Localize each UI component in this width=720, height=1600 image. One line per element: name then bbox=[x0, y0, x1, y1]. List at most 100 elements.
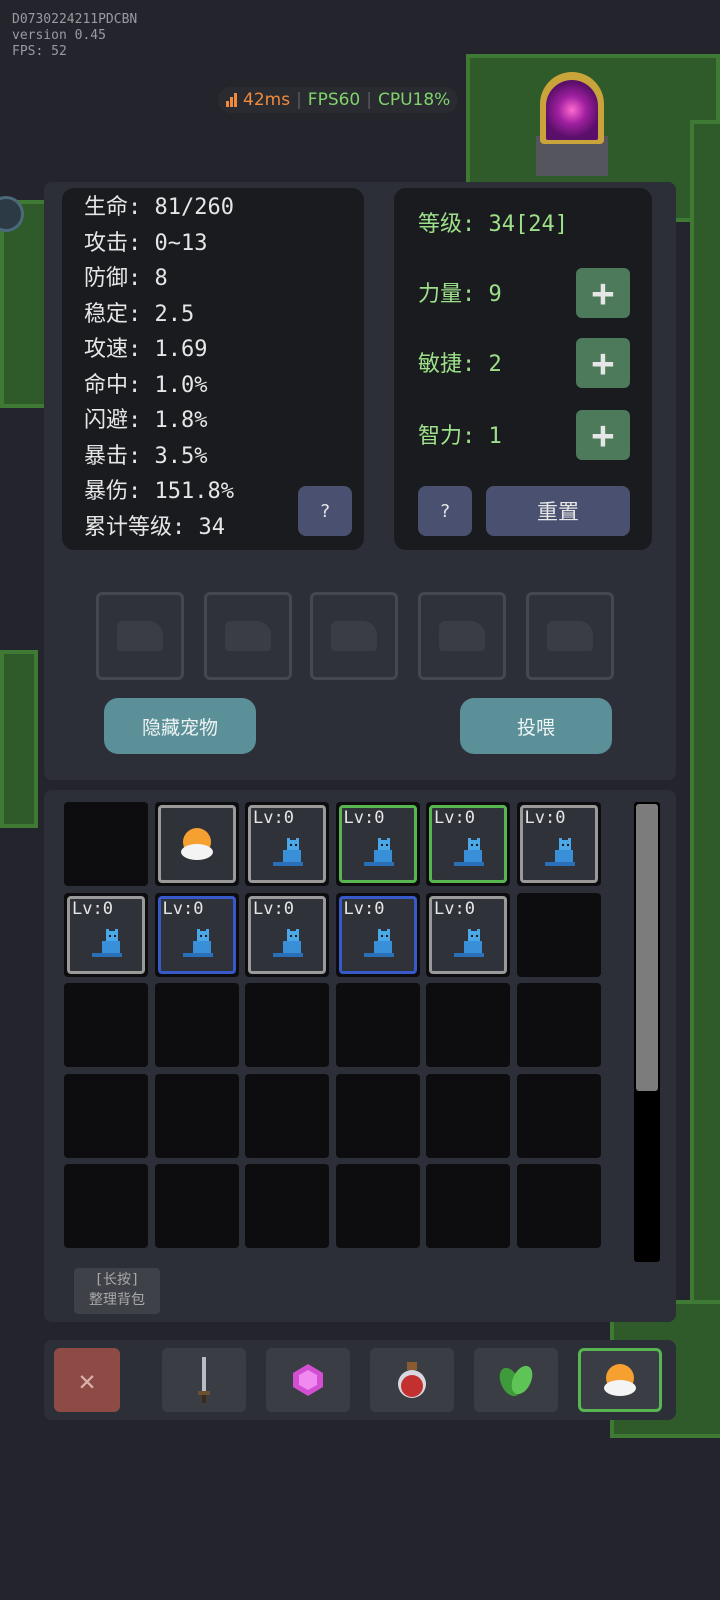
pet-silhouette-icon bbox=[439, 621, 485, 651]
inventory-cell[interactable]: Lv:0 bbox=[154, 892, 239, 977]
tab-weapons[interactable] bbox=[162, 1348, 246, 1412]
pet-cat-icon bbox=[362, 838, 398, 874]
grass-patch bbox=[690, 120, 720, 1428]
inventory-cell[interactable]: Lv:0 bbox=[245, 802, 329, 886]
pet-item[interactable]: Lv:0 bbox=[429, 805, 507, 883]
inventory-cell[interactable] bbox=[245, 983, 329, 1067]
inventory-cell[interactable] bbox=[335, 1073, 420, 1158]
inventory-cell[interactable] bbox=[64, 1164, 148, 1248]
character-panel: 生命: 81/260 攻击: 0~13 防御: 8 稳定: 2.5 攻速: 1.… bbox=[44, 182, 676, 780]
agility-label: 敏捷: 2 bbox=[418, 352, 502, 377]
pet-cat-icon bbox=[90, 928, 126, 965]
tab-materials[interactable] bbox=[474, 1348, 558, 1412]
pet-silhouette-icon bbox=[117, 621, 163, 651]
inventory-cell[interactable]: Lv:0 bbox=[335, 892, 420, 977]
egg-icon bbox=[177, 824, 217, 868]
pet-item[interactable]: Lv:0 bbox=[429, 895, 507, 974]
inventory-cell[interactable] bbox=[154, 802, 239, 886]
inventory-grid: Lv:0 Lv:0 Lv:0 Lv:0 Lv:0 Lv:0 Lv:0 Lv:0 Lv:0 bbox=[64, 802, 616, 1262]
stats-help-button[interactable]: ? bbox=[298, 486, 352, 536]
reset-button[interactable]: 重置 bbox=[486, 486, 630, 536]
inventory-cell[interactable] bbox=[64, 983, 148, 1067]
inventory-cell[interactable] bbox=[516, 983, 601, 1067]
inventory-cell[interactable] bbox=[516, 1164, 601, 1248]
inventory-cell[interactable] bbox=[245, 1164, 329, 1248]
tab-eggs[interactable] bbox=[578, 1348, 662, 1412]
pet-slot[interactable] bbox=[310, 592, 398, 680]
inventory-panel: Lv:0 Lv:0 Lv:0 Lv:0 Lv:0 Lv:0 Lv:0 Lv:0 Lv:0 [长按… bbox=[44, 790, 676, 1322]
pet-level-label: Lv:0 bbox=[524, 808, 566, 828]
scrollbar-thumb[interactable] bbox=[636, 804, 658, 1091]
inventory-cell[interactable]: Lv:0 bbox=[426, 892, 510, 977]
pet-item[interactable]: Lv:0 bbox=[519, 805, 598, 883]
stat-hp: 生命: 81/260 bbox=[84, 195, 234, 220]
tab-gems[interactable] bbox=[266, 1348, 350, 1412]
inventory-cell[interactable] bbox=[245, 1073, 329, 1158]
stat-crit: 暴击: 3.5% bbox=[84, 443, 208, 469]
stat-defense: 防御: 8 bbox=[84, 266, 168, 291]
inventory-cell[interactable]: Lv:0 bbox=[64, 892, 148, 977]
intellect-label: 智力: 1 bbox=[418, 424, 502, 449]
signal-icon bbox=[226, 93, 237, 107]
pet-level-label: Lv:0 bbox=[434, 898, 475, 919]
pet-item[interactable]: Lv:0 bbox=[67, 895, 145, 974]
attributes-help-button[interactable]: ? bbox=[418, 486, 472, 536]
stat-crit-damage: 暴伤: 151.8% bbox=[84, 479, 234, 504]
inventory-cell[interactable] bbox=[335, 1164, 420, 1248]
debug-fps: FPS: 52 bbox=[12, 44, 67, 59]
inventory-cell[interactable] bbox=[426, 1164, 510, 1248]
close-button[interactable]: ✕ bbox=[54, 1348, 120, 1412]
pet-item[interactable]: Lv:0 bbox=[248, 805, 326, 883]
tab-potions[interactable] bbox=[370, 1348, 454, 1412]
stat-stability: 稳定: 2.5 bbox=[84, 301, 195, 327]
inventory-cell[interactable] bbox=[154, 983, 239, 1067]
inventory-cell[interactable] bbox=[516, 1073, 601, 1158]
stat-dodge: 闪避: 1.8% bbox=[84, 408, 208, 433]
pet-silhouette-icon bbox=[547, 621, 593, 651]
pet-item[interactable]: Lv:0 bbox=[338, 895, 417, 974]
pet-level-label: Lv:0 bbox=[72, 898, 113, 919]
inventory-cell[interactable]: Lv:0 bbox=[426, 802, 510, 886]
inventory-cell[interactable] bbox=[154, 1164, 239, 1248]
strength-plus-button[interactable]: + bbox=[576, 268, 630, 318]
inventory-cell[interactable]: Lv:0 bbox=[516, 802, 601, 886]
hide-pets-button[interactable]: 隐藏宠物 bbox=[104, 698, 256, 754]
pet-slot[interactable] bbox=[418, 592, 506, 680]
pet-item[interactable]: Lv:0 bbox=[157, 895, 236, 974]
stats-box: 生命: 81/260 攻击: 0~13 防御: 8 稳定: 2.5 攻速: 1.… bbox=[62, 188, 364, 550]
performance-bar: 42ms | FPS60 | CPU18% bbox=[218, 87, 459, 113]
inventory-cell[interactable] bbox=[426, 983, 510, 1067]
grass-patch bbox=[0, 650, 38, 828]
sort-inventory-button[interactable]: [长按] 整理背包 bbox=[74, 1268, 160, 1314]
pet-cat-icon bbox=[362, 928, 398, 965]
pet-slot[interactable] bbox=[204, 592, 292, 680]
inventory-cell[interactable] bbox=[154, 1073, 239, 1158]
inventory-cell[interactable] bbox=[516, 892, 601, 977]
agility-plus-button[interactable]: + bbox=[576, 338, 630, 388]
inventory-cell[interactable] bbox=[64, 802, 148, 886]
sword-icon bbox=[198, 1357, 210, 1403]
pet-item[interactable]: Lv:0 bbox=[248, 895, 326, 974]
pet-cat-icon bbox=[271, 928, 307, 965]
intellect-plus-button[interactable]: + bbox=[576, 410, 630, 460]
inventory-scrollbar[interactable] bbox=[634, 802, 660, 1262]
pet-level-label: Lv:0 bbox=[343, 898, 385, 919]
inventory-cell[interactable]: Lv:0 bbox=[245, 892, 329, 977]
ping-value: 42ms bbox=[243, 90, 291, 110]
inventory-cell[interactable] bbox=[335, 983, 420, 1067]
attributes-box: 等级: 34[24] 力量: 9 + 敏捷: 2 + 智力: 1 + ? 重置 bbox=[394, 188, 652, 550]
egg-item[interactable] bbox=[157, 805, 236, 883]
feed-button[interactable]: 投喂 bbox=[460, 698, 612, 754]
inventory-cell[interactable] bbox=[64, 1073, 148, 1158]
debug-info: D0730224211PDCBN version 0.45 FPS: 52 bbox=[12, 12, 137, 60]
debug-id: D0730224211PDCBN bbox=[12, 12, 138, 27]
inventory-cell[interactable]: Lv:0 bbox=[335, 802, 420, 886]
pet-cat-icon bbox=[452, 928, 488, 965]
fps-value: FPS60 bbox=[307, 90, 361, 110]
pet-slot[interactable] bbox=[96, 592, 184, 680]
bottom-toolbar: ✕ bbox=[44, 1340, 676, 1420]
inventory-cell[interactable] bbox=[426, 1073, 510, 1158]
pet-cat-icon bbox=[271, 838, 307, 874]
pet-slot[interactable] bbox=[526, 592, 614, 680]
pet-item[interactable]: Lv:0 bbox=[338, 805, 417, 883]
